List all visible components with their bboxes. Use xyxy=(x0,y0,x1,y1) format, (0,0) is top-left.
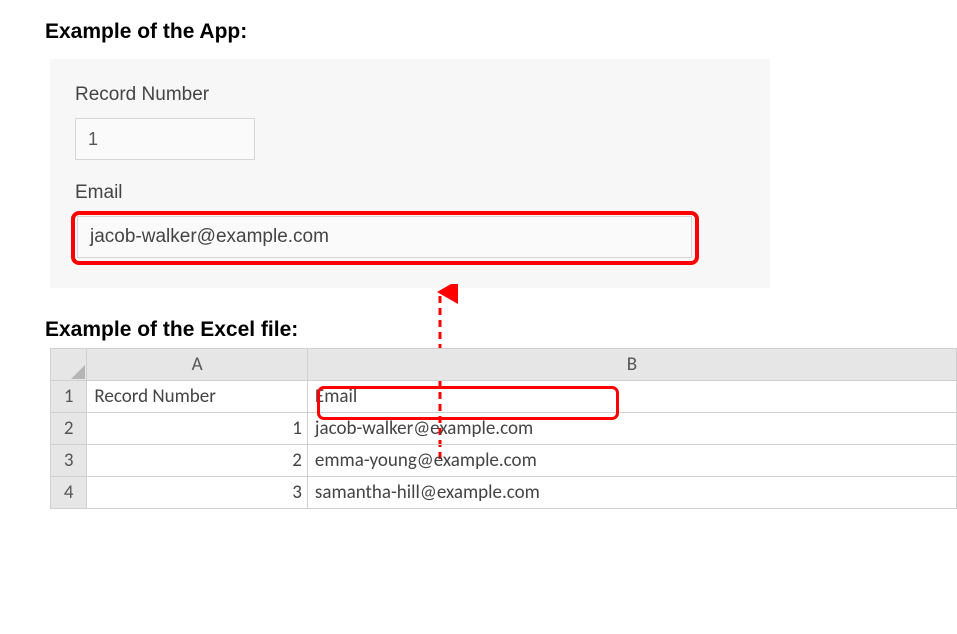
cell-a1[interactable]: Record Number xyxy=(87,381,308,413)
cell-a3[interactable]: 2 xyxy=(87,445,308,477)
cell-a2[interactable]: 1 xyxy=(87,413,308,445)
row-header[interactable]: 2 xyxy=(51,413,87,445)
excel-table: A B 1 Record Number Email 2 1 jacob-walk… xyxy=(50,348,957,509)
email-value: jacob-walker@example.com xyxy=(77,216,692,258)
record-number-label: Record Number xyxy=(75,84,770,106)
excel-section-title: Example of the Excel file: xyxy=(45,318,957,342)
record-number-value: 1 xyxy=(75,118,255,160)
excel-corner-cell[interactable] xyxy=(51,349,87,381)
app-example-panel: Record Number 1 Email jacob-walker@examp… xyxy=(50,59,770,288)
row-header[interactable]: 4 xyxy=(51,477,87,509)
cell-b1[interactable]: Email xyxy=(307,381,956,413)
email-field: Email jacob-walker@example.com xyxy=(75,182,770,258)
col-header-a[interactable]: A xyxy=(87,349,308,381)
row-header[interactable]: 3 xyxy=(51,445,87,477)
cell-b2[interactable]: jacob-walker@example.com xyxy=(307,413,956,445)
app-section-title: Example of the App: xyxy=(45,20,957,44)
cell-a4[interactable]: 3 xyxy=(87,477,308,509)
row-header[interactable]: 1 xyxy=(51,381,87,413)
email-label: Email xyxy=(75,182,770,204)
cell-b3[interactable]: emma-young@example.com xyxy=(307,445,956,477)
record-number-field: Record Number 1 xyxy=(75,84,770,160)
col-header-b[interactable]: B xyxy=(307,349,956,381)
cell-b4[interactable]: samantha-hill@example.com xyxy=(307,477,956,509)
